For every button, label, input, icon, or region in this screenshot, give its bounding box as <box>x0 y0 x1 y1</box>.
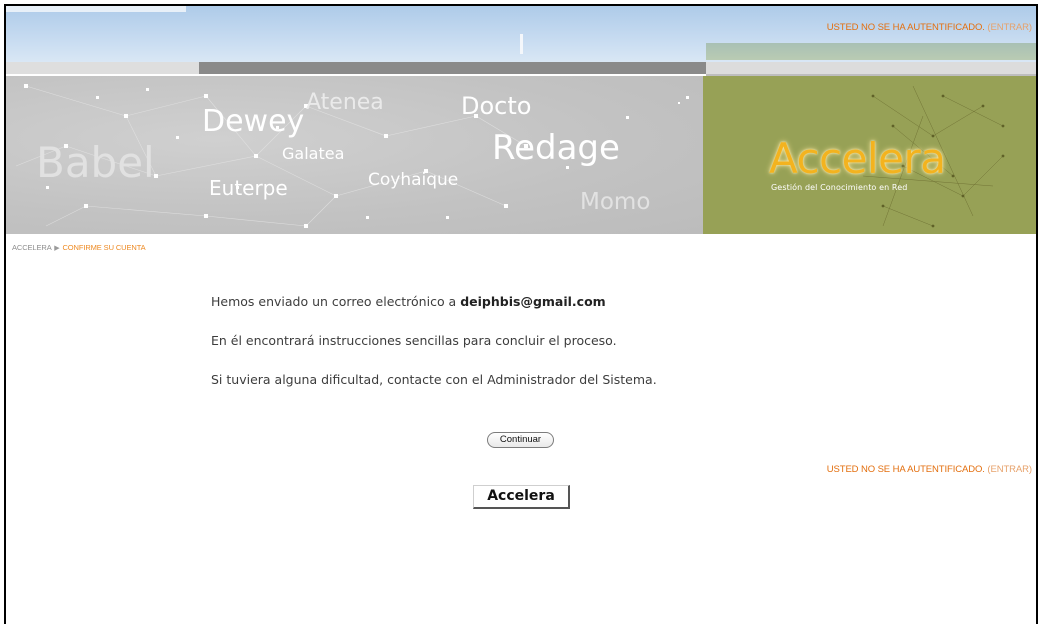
header-highlight <box>6 6 186 12</box>
header-band: USTED NO SE HA AUTENTIFICADO. (ENTRAR) <box>6 6 1036 62</box>
message-line-2: En él encontrará instrucciones sencillas… <box>211 333 617 348</box>
login-link[interactable]: (ENTRAR) <box>987 464 1032 475</box>
breadcrumb-home[interactable]: ACCELERA <box>12 243 51 252</box>
projects-banner: Atenea Docto Dewey Galatea Redage Babel … <box>6 76 703 234</box>
brand-panel: Accelera Gestión del Conocimiento en Red <box>703 76 1036 234</box>
continue-button[interactable]: Continuar <box>487 432 554 448</box>
project-babel: Babel <box>36 138 155 187</box>
page-frame: USTED NO SE HA AUTENTIFICADO. (ENTRAR) A… <box>4 4 1038 624</box>
strip-dark <box>199 62 706 74</box>
auth-status-bottom: USTED NO SE HA AUTENTIFICADO. (ENTRAR) <box>827 464 1032 475</box>
project-coyhaique: Coyhaique <box>368 170 459 190</box>
accelera-home-button[interactable]: Accelera <box>473 485 570 509</box>
header-strips <box>6 62 1036 77</box>
project-atenea: Atenea <box>306 90 384 115</box>
login-link[interactable]: (ENTRAR) <box>987 22 1032 33</box>
auth-status-text: USTED NO SE HA AUTENTIFICADO. <box>826 22 985 33</box>
brand-tagline: Gestión del Conocimiento en Red <box>771 183 908 192</box>
breadcrumb: ACCELERA ▶ CONFIRME SU CUENTA <box>12 243 146 252</box>
strip-light <box>6 62 199 74</box>
strip-right <box>706 62 1036 74</box>
project-euterpe: Euterpe <box>209 176 288 200</box>
message-line-1-text: Hemos enviado un correo electrónico a <box>211 294 457 309</box>
header-green-strip <box>706 43 1036 60</box>
brand-logo: Accelera <box>769 134 946 183</box>
breadcrumb-current: CONFIRME SU CUENTA <box>62 243 146 252</box>
message-line-1: Hemos enviado un correo electrónico a de… <box>211 294 606 309</box>
project-docto: Docto <box>461 92 532 120</box>
project-momo: Momo <box>580 189 651 215</box>
project-galatea: Galatea <box>282 144 345 163</box>
auth-status-top: USTED NO SE HA AUTENTIFICADO. (ENTRAR) <box>827 22 1032 33</box>
breadcrumb-arrow-icon: ▶ <box>54 245 60 252</box>
project-dewey: Dewey <box>202 104 305 139</box>
message-line-3: Si tuviera alguna dificultad, contacte c… <box>211 372 657 387</box>
message-email: deiphbis@gmail.com <box>460 294 606 309</box>
project-redage: Redage <box>492 128 620 168</box>
auth-status-text: USTED NO SE HA AUTENTIFICADO. <box>826 464 985 475</box>
header-tick <box>520 34 523 54</box>
